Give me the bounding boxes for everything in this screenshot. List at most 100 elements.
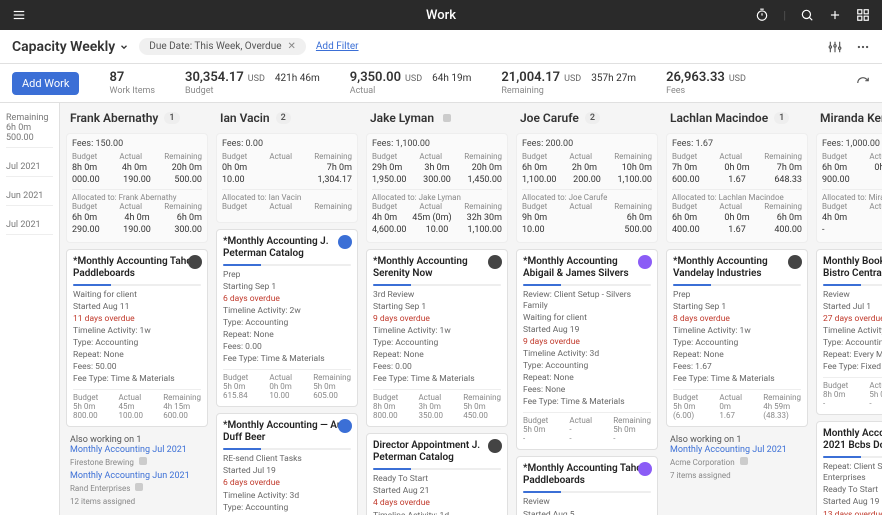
sliders-icon[interactable] [828, 40, 842, 54]
refresh-icon[interactable] [856, 76, 870, 90]
card-title: *Monthly Accounting Vandelay Industries [673, 256, 801, 280]
note-link[interactable]: Monthly Accounting Jun 2021 [70, 471, 204, 481]
card-line: Ready To Start [823, 485, 882, 496]
card-line: Fees: 50.00 [73, 362, 201, 373]
work-card[interactable]: *Monthly Accounting Tahoe PaddleboardsRe… [516, 456, 658, 515]
note-link[interactable]: Monthly Accounting Jul 2021 [70, 445, 204, 455]
filter-remove-icon[interactable]: ✕ [288, 41, 296, 52]
notes-label: Also working on 1 [70, 435, 204, 445]
stat-budget: 30,354.17USD421h 46m Budget [185, 70, 320, 96]
column-header[interactable]: Frank Abernathy1 [66, 109, 208, 127]
plus-icon[interactable] [828, 8, 842, 22]
card-line: Fees: 1.67 [673, 362, 801, 373]
page-toolbar: Capacity Weekly Due Date: This Week, Ove… [0, 30, 882, 64]
card-footer: Budget8h 0m- Actual5h 0m- Remaining5h 0m… [823, 377, 882, 408]
column-header[interactable]: Lachlan Macindoe1 [666, 109, 808, 127]
card-line: Review: Client Setup - Silvers Family [523, 290, 651, 312]
progress-bar [223, 264, 351, 266]
avatar [788, 255, 802, 269]
column-summary: Fees: 150.00 BudgetActualRemaining 8h 0m… [66, 133, 208, 243]
summary-fees: Fees: 150.00 [72, 139, 202, 149]
card-line: Starting Sep 1 [223, 282, 351, 293]
work-card[interactable]: *Monthly Accounting — Aug Duff BeerRE-se… [216, 413, 358, 515]
filter-pill-due-date[interactable]: Due Date: This Week, Overdue ✕ [139, 38, 306, 55]
sidebar-item[interactable]: Jun 2021 [6, 187, 53, 206]
notes-label: Also working on 1 [670, 435, 804, 445]
note-extra: 7 items assigned [670, 471, 804, 480]
card-line: Starting Sep 1 [673, 302, 801, 313]
card-line: Repeat: None [373, 350, 501, 361]
summary-fees: Fees: 1,000.00 [822, 139, 882, 149]
card-title: *Monthly Accounting Abigail & James Silv… [523, 256, 651, 280]
card-line: Repeat: Every Month [823, 350, 882, 361]
column-name: Jake Lyman [370, 111, 434, 125]
progress-bar [823, 284, 882, 286]
sidebar-item[interactable]: Jul 2021 [6, 158, 53, 177]
work-card[interactable]: *Monthly Accounting Abigail & James Silv… [516, 249, 658, 450]
column-header[interactable]: Joe Carufe2 [516, 109, 658, 127]
note-sub: Rand Enterprises [70, 483, 204, 493]
avatar [638, 255, 652, 269]
settings-icon[interactable] [856, 8, 870, 22]
sidebar-item[interactable]: Jul 2021 [6, 216, 53, 235]
card-line: Type: Accounting [673, 338, 801, 349]
column-header[interactable]: Ian Vacin2 [216, 109, 358, 127]
work-card[interactable]: *Monthly Accounting Vandelay IndustriesP… [666, 249, 808, 427]
summary-fees: Fees: 1.67 [672, 139, 802, 149]
card-line: Timeline Activity: 3d [223, 491, 351, 502]
card-line: Fees: 0.00 [373, 362, 501, 373]
column: Joe Carufe2 Fees: 200.00 BudgetActualRem… [516, 109, 658, 509]
app-topbar: Work | [0, 0, 882, 30]
card-line: Type: Accounting [223, 318, 351, 329]
work-card[interactable]: Director Appointment J. Peterman Catalog… [366, 433, 508, 515]
page-title[interactable]: Capacity Weekly [12, 39, 129, 55]
card-line: 4 days overdue [373, 498, 501, 509]
card-title: Director Appointment J. Peterman Catalog [373, 440, 501, 464]
column: Lachlan Macindoe1 Fees: 1.67 BudgetActua… [666, 109, 808, 509]
card-line: 9 days overdue [373, 314, 501, 325]
work-card[interactable]: Monthly Bookkeeping Jun Bistro Central P… [816, 249, 882, 415]
column-name: Joe Carufe [520, 111, 579, 125]
column-header[interactable]: Jake Lyman [366, 109, 508, 127]
summary-alloc: Allocated to: Lachlan Macindoe [672, 189, 802, 202]
card-line: Fee Type: Fixed Fee [823, 362, 882, 373]
column: Jake Lyman Fees: 1,100.00 BudgetActualRe… [366, 109, 508, 509]
stat-actual: 9,350.00USD64h 19m Actual [350, 70, 472, 96]
timer-icon[interactable] [755, 8, 769, 22]
column: Frank Abernathy1 Fees: 150.00 BudgetActu… [66, 109, 208, 509]
work-card[interactable]: *Monthly Accounting J. Peterman CatalogP… [216, 229, 358, 407]
card-line: Repeat: None [73, 350, 201, 361]
chevron-down-icon [119, 42, 129, 52]
note-link[interactable]: Monthly Accounting Jul 2021 [670, 445, 804, 455]
column-name: Frank Abernathy [70, 111, 158, 125]
card-line: Prep [223, 270, 351, 281]
lock-icon [135, 483, 143, 491]
work-card[interactable]: *Monthly Accounting Serenity Now3rd Revi… [366, 249, 508, 427]
card-line: Type: Accounting [823, 338, 882, 349]
card-line: Fee Type: Time & Materials [523, 397, 651, 408]
card-title: *Monthly Accounting Serenity Now [373, 256, 501, 280]
column-count: 1 [774, 112, 789, 124]
work-card[interactable]: *Monthly Accounting Tahoe PaddleboardsWa… [66, 249, 208, 427]
card-line: 8 days overdue [673, 314, 801, 325]
summary-alloc: Allocated to: Joe Carufe [522, 189, 652, 202]
lock-icon [740, 457, 748, 465]
app-title: Work [426, 8, 456, 23]
add-filter-link[interactable]: Add Filter [316, 41, 359, 52]
card-line: Review [823, 290, 882, 301]
more-icon[interactable] [856, 40, 870, 54]
page-title-text: Capacity Weekly [12, 39, 115, 55]
summary-fees: Fees: 0.00 [222, 139, 352, 149]
card-line: Type: Accounting [73, 338, 201, 349]
progress-bar [73, 284, 201, 286]
add-work-button[interactable]: Add Work [12, 72, 79, 95]
column-header[interactable]: Miranda Kendall2 [816, 109, 882, 127]
columns-container: Frank Abernathy1 Fees: 150.00 BudgetActu… [60, 103, 882, 515]
menu-icon[interactable] [12, 8, 26, 22]
column: Miranda Kendall2 Fees: 1,000.00 BudgetAc… [816, 109, 882, 509]
card-line: Type: Accounting [523, 361, 651, 372]
work-card[interactable]: Monthly Accounting Jul 2021 Bcbs DonutsR… [816, 421, 882, 515]
search-icon[interactable] [800, 8, 814, 22]
avatar [488, 255, 502, 269]
avatar [338, 235, 352, 249]
